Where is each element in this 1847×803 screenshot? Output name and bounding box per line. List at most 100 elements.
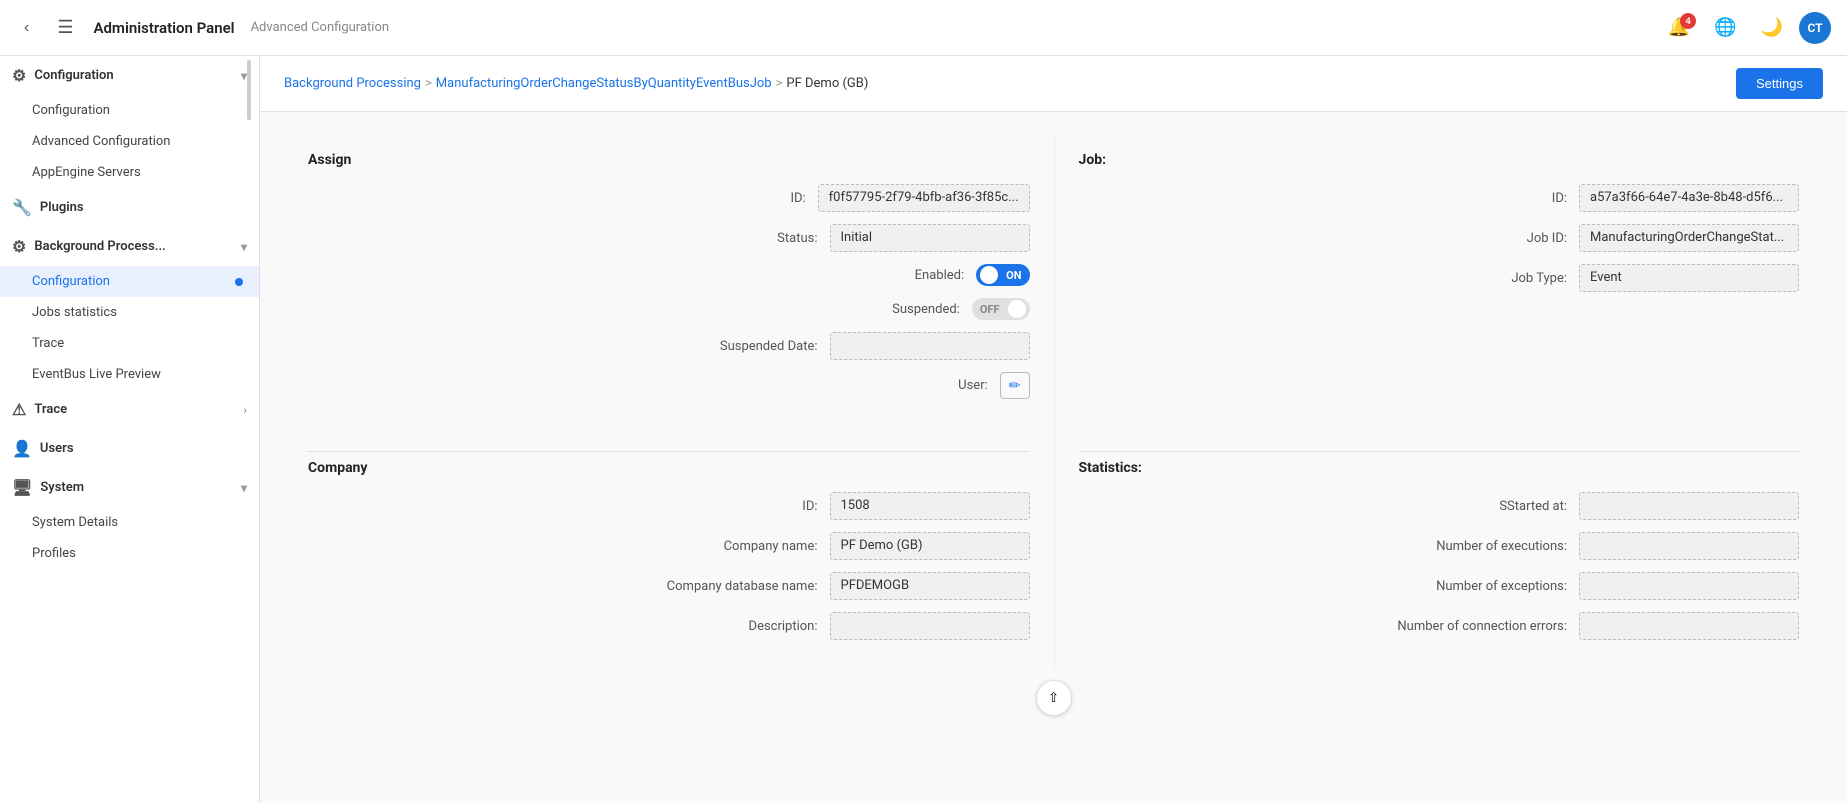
breadcrumb-job[interactable]: ManufacturingOrderChangeStatusByQuantity… [436,76,772,91]
enabled-toggle-label: ON [1002,269,1025,282]
settings-button[interactable]: Settings [1736,68,1823,99]
job-type-label: Job Type: [1437,271,1567,286]
company-panel: Company ID: 1508 Company name: PF Demo (… [284,427,1054,668]
company-desc-label: Description: [688,619,818,634]
sidebar-item-appengine-servers-label: AppEngine Servers [32,165,243,180]
enabled-toggle[interactable]: ON [976,264,1029,286]
breadcrumb-background-processing[interactable]: Background Processing [284,76,421,91]
job-title: Job: [1079,152,1800,168]
theme-toggle-button[interactable]: 🌙 [1753,13,1791,42]
trace-icon: ⚠ [12,400,26,419]
main-content: Background Processing > ManufacturingOrd… [260,56,1847,803]
assign-suspended-date-value[interactable] [830,332,1030,360]
breadcrumb-sep-1: > [425,76,432,91]
gear-icon: ⚙ [12,66,26,85]
sidebar-item-trace[interactable]: Trace [0,328,259,359]
notification-button[interactable]: 🔔 4 [1660,13,1698,42]
assign-user-row: User: ✏ [308,372,1030,399]
panels-grid: Assign ID: f0f57795-2f79-4bfb-af36-3f85c… [284,136,1823,668]
sidebar-item-jobs-statistics-label: Jobs statistics [32,305,243,320]
assign-panel: Assign ID: f0f57795-2f79-4bfb-af36-3f85c… [284,136,1054,427]
sidebar-item-advanced-configuration[interactable]: Advanced Configuration [0,126,259,157]
company-db-label: Company database name: [667,579,818,594]
assign-suspended-label: Suspended: [830,302,960,317]
company-id-row: ID: 1508 [308,492,1030,520]
globe-button[interactable]: 🌐 [1706,13,1744,42]
job-jobid-label: Job ID: [1437,231,1567,246]
statistics-title: Statistics: [1079,460,1800,476]
assign-id-label: ID: [676,191,806,206]
sidebar-item-bp-configuration-label: Configuration [32,274,227,289]
assign-id-value[interactable]: f0f57795-2f79-4bfb-af36-3f85c... [818,184,1030,212]
stat-exceptions-label: Number of exceptions: [1436,579,1567,594]
assign-suspended-row: Suspended: OFF [308,298,1030,320]
sidebar-group-trace[interactable]: ⚠ Trace › [0,390,259,429]
users-icon: 👤 [12,439,32,458]
plugins-icon: 🔧 [12,198,32,217]
company-db-value[interactable]: PFDEMOGB [830,572,1030,600]
sidebar-group-trace-label: Trace [34,402,67,417]
company-desc-value[interactable] [830,612,1030,640]
sidebar-item-profiles-label: Profiles [32,546,243,561]
job-jobid-value[interactable]: ManufacturingOrderChangeStat... [1579,224,1799,252]
breadcrumb-bar: Background Processing > ManufacturingOrd… [260,56,1847,112]
sidebar-item-appengine-servers[interactable]: AppEngine Servers [0,157,259,188]
app-title: Administration Panel [93,19,234,37]
job-id-row: ID: a57a3f66-64e7-4a3e-8b48-d5f6... [1079,184,1800,212]
stat-connection-errors-value[interactable] [1579,612,1799,640]
job-id-value[interactable]: a57a3f66-64e7-4a3e-8b48-d5f6... [1579,184,1799,212]
sidebar-group-system[interactable]: 🖥 System ▾ [0,468,259,507]
assign-title: Assign [308,152,1030,168]
sidebar-group-users[interactable]: 👤 Users [0,429,259,468]
active-indicator [235,278,243,286]
avatar[interactable]: CT [1799,12,1831,44]
sidebar-item-configuration[interactable]: Configuration [0,95,259,126]
toggle-knob [980,266,998,284]
sidebar-item-system-details[interactable]: System Details [0,507,259,538]
sidebar-item-advanced-configuration-label: Advanced Configuration [32,134,243,149]
stat-started-value[interactable] [1579,492,1799,520]
sidebar-group-configuration-label: Configuration [34,68,113,83]
assign-enabled-label: Enabled: [834,268,964,283]
chevron-right-icon-trace: › [243,403,247,417]
stat-connection-errors-label: Number of connection errors: [1397,619,1567,634]
assign-id-row: ID: f0f57795-2f79-4bfb-af36-3f85c... [308,184,1030,212]
company-name-row: Company name: PF Demo (GB) [308,532,1030,560]
menu-button[interactable]: ☰ [49,13,81,42]
sidebar-group-background-process[interactable]: ⚙ Background Process... ▾ [0,227,259,266]
assign-status-label: Status: [688,231,818,246]
chevron-down-icon-bp: ▾ [241,240,247,254]
stat-exceptions-row: Number of exceptions: [1079,572,1800,600]
stat-executions-value[interactable] [1579,532,1799,560]
sidebar-item-system-details-label: System Details [32,515,243,530]
sidebar-group-system-label: System [40,480,84,495]
stat-exceptions-value[interactable] [1579,572,1799,600]
sidebar-item-jobs-statistics[interactable]: Jobs statistics [0,297,259,328]
sidebar-group-configuration[interactable]: ⚙ Configuration ▾ [0,56,259,95]
assign-user-label: User: [858,378,988,393]
sidebar-item-profiles[interactable]: Profiles [0,538,259,569]
company-desc-row: Description: [308,612,1030,640]
job-type-value[interactable]: Event [1579,264,1799,292]
suspended-toggle-knob [1008,300,1026,318]
breadcrumb-current: PF Demo (GB) [786,76,868,91]
sidebar-item-bp-configuration[interactable]: Configuration [0,266,259,297]
stat-executions-row: Number of executions: [1079,532,1800,560]
user-edit-button[interactable]: ✏ [1000,372,1030,399]
job-jobid-row: Job ID: ManufacturingOrderChangeStat... [1079,224,1800,252]
sidebar-item-eventbus-live-preview[interactable]: EventBus Live Preview [0,359,259,390]
company-name-label: Company name: [688,539,818,554]
assign-suspended-date-label: Suspended Date: [688,339,818,354]
assign-enabled-row: Enabled: ON [308,264,1030,286]
assign-status-value[interactable]: Initial [830,224,1030,252]
company-id-value[interactable]: 1508 [830,492,1030,520]
scroll-up-button[interactable]: ⇧ [1036,680,1072,716]
job-type-row: Job Type: Event [1079,264,1800,292]
sidebar-group-plugins[interactable]: 🔧 Plugins [0,188,259,227]
header-subtitle: Advanced Configuration [251,20,389,35]
suspended-toggle-label: OFF [976,303,1004,316]
suspended-toggle[interactable]: OFF [972,298,1030,320]
sidebar-scrollbar[interactable] [247,60,251,120]
back-button[interactable]: ‹ [16,15,37,41]
company-name-value[interactable]: PF Demo (GB) [830,532,1030,560]
